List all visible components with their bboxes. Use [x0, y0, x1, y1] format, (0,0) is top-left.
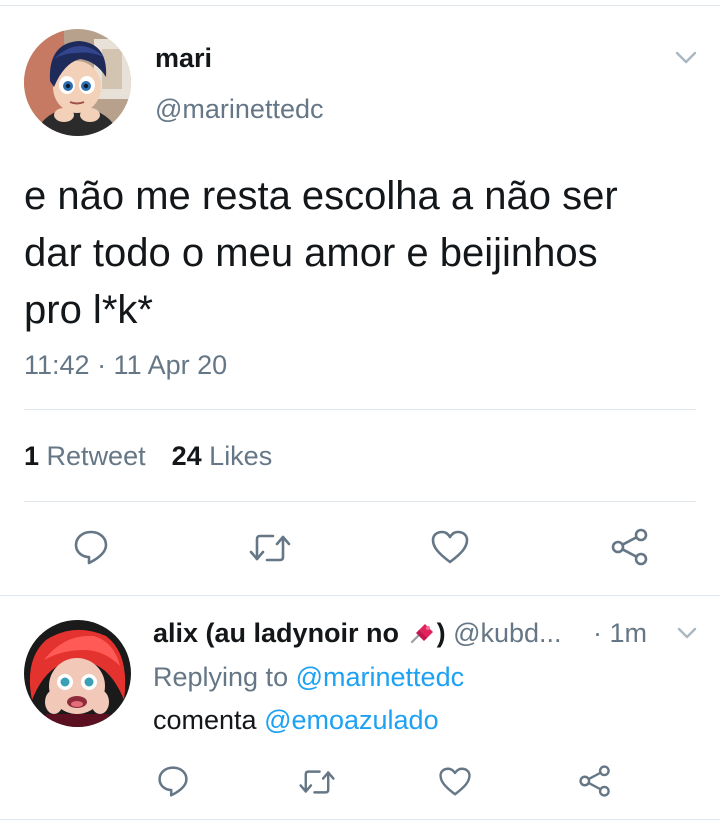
- retweet-icon[interactable]: [298, 767, 336, 797]
- reply-handle[interactable]: @kubd...: [453, 618, 561, 648]
- like-stat[interactable]: 24 Likes: [172, 441, 273, 471]
- avatar-image: [24, 29, 131, 136]
- retweet-label: Retweet: [46, 441, 146, 471]
- reply-icon[interactable]: [156, 764, 190, 798]
- retweet-count: 1: [24, 441, 40, 471]
- replying-to: Replying to @marinettedc: [153, 662, 464, 693]
- reply-icon[interactable]: [72, 528, 110, 566]
- like-label: Likes: [209, 441, 273, 471]
- heart-icon[interactable]: [430, 529, 470, 565]
- divider: [24, 501, 696, 502]
- divider: [24, 409, 696, 410]
- retweet-stat[interactable]: 1 Retweet: [24, 441, 146, 471]
- reply-avatar[interactable]: [24, 620, 131, 727]
- tweet-timestamp[interactable]: 11:42 · 11 Apr 20: [24, 350, 227, 381]
- display-name[interactable]: mari: [155, 43, 212, 74]
- user-handle[interactable]: @marinettedc: [155, 94, 323, 125]
- reply-display-name[interactable]: alix (au ladynoir no ): [153, 618, 446, 648]
- tweet-stats: 1 Retweet 24 Likes: [24, 441, 272, 472]
- reply-text-prefix: comenta: [153, 705, 257, 735]
- chevron-down-icon[interactable]: [676, 626, 698, 641]
- pushpin-emoji-icon: [410, 624, 433, 644]
- reply-avatar-image: [24, 620, 131, 727]
- tweet-divider: [0, 595, 720, 596]
- mention-link[interactable]: @emoazulado: [264, 705, 439, 735]
- reply-text: comenta @emoazulado: [153, 705, 439, 736]
- top-divider: [0, 5, 720, 6]
- retweet-icon[interactable]: [248, 531, 292, 565]
- reply-time[interactable]: · 1m: [593, 618, 647, 649]
- replying-prefix: Replying to: [153, 662, 289, 692]
- tweet-text: e não me resta escolha a não ser dar tod…: [24, 174, 618, 332]
- avatar[interactable]: [24, 29, 131, 136]
- bottom-divider: [0, 819, 720, 820]
- replying-to-link[interactable]: @marinettedc: [296, 662, 464, 692]
- like-count: 24: [171, 441, 202, 471]
- share-icon[interactable]: [578, 764, 612, 798]
- share-icon[interactable]: [610, 527, 650, 567]
- reply-name-suffix: ): [436, 618, 446, 648]
- reply-name-text: alix (au ladynoir no: [153, 618, 400, 648]
- chevron-down-icon[interactable]: [674, 50, 698, 66]
- heart-icon[interactable]: [438, 766, 472, 797]
